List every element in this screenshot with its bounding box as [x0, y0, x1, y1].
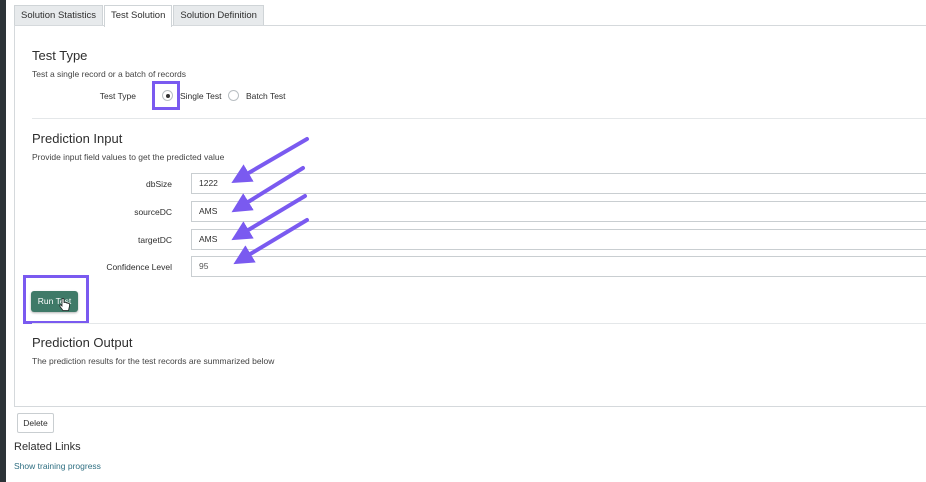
delete-button[interactable]: Delete — [17, 413, 54, 433]
show-training-progress-link[interactable]: Show training progress — [14, 461, 101, 471]
related-links-title: Related Links — [14, 441, 81, 453]
tab-test-solution[interactable]: Test Solution — [103, 5, 173, 27]
annotation-arrows — [231, 137, 309, 265]
